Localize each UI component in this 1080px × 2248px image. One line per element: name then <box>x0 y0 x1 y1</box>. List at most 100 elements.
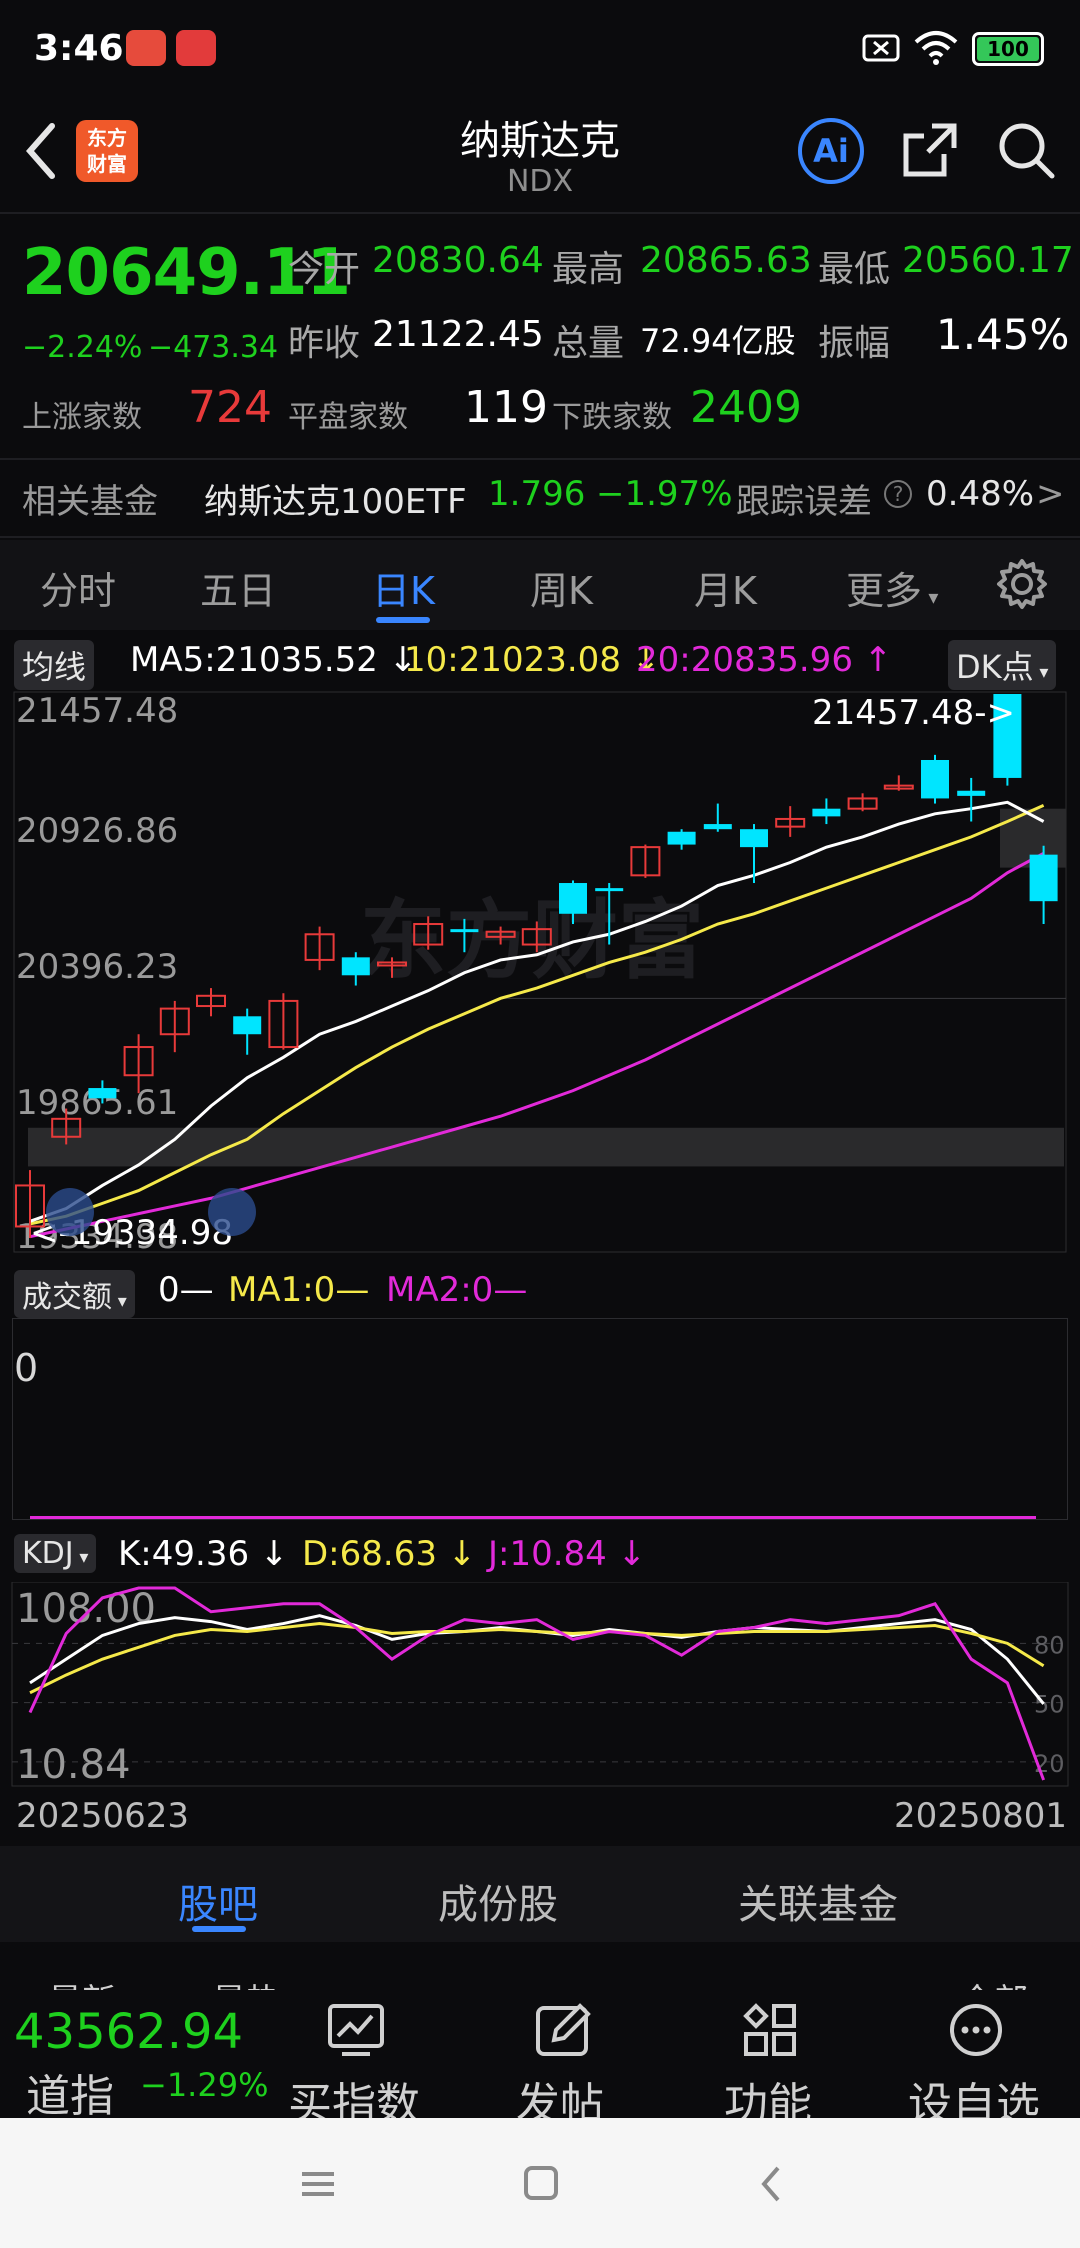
flat-count-label: 平盘家数 <box>288 400 408 435</box>
fund-name: 纳斯达克100ETF <box>204 482 467 522</box>
flat-count: 119 <box>464 382 548 433</box>
high-marker: 21457.48-> <box>812 693 1015 733</box>
ma5-legend: MA5:21035.52 ↓ <box>130 640 418 680</box>
prev-close-label: 昨收 <box>288 323 361 364</box>
dow-index-name[interactable]: 道指 <box>26 2060 114 2124</box>
candle-body-down <box>341 957 370 976</box>
high-value: 20865.63 <box>640 240 812 281</box>
help-icon[interactable]: ? <box>884 480 912 508</box>
tab-monthly-k[interactable]: 月K <box>694 560 757 615</box>
x-axis-start: 20250623 <box>16 1796 190 1836</box>
open-label: 今开 <box>288 249 361 290</box>
volume-value: 72.94亿股 <box>640 322 796 360</box>
sort-hottest[interactable]: 最热 <box>212 1974 280 1990</box>
candle-body-down <box>921 759 949 799</box>
candle-body-down <box>957 790 986 796</box>
candle-body-down <box>450 929 479 933</box>
tab-more[interactable]: 更多 ▾ <box>846 560 938 615</box>
settings-gear-icon[interactable] <box>996 558 1048 610</box>
volume-ma1-legend: MA1:0— <box>228 1270 370 1310</box>
post-icon[interactable] <box>534 2002 594 2058</box>
related-fund-row[interactable]: 相关基金 纳斯达克100ETF 1.796 −1.97% 跟踪误差 ? 0.48… <box>0 460 1080 536</box>
candle-body-down <box>703 824 732 830</box>
candle-body-down <box>595 888 624 892</box>
ma20-legend: 20:20835.96 ↑ <box>636 640 893 680</box>
kdj-d-legend: D:68.63 ↓ <box>302 1534 477 1574</box>
wifi-icon <box>914 31 958 65</box>
sort-latest[interactable]: 最新 <box>48 1974 116 1990</box>
open-value: 20830.64 <box>372 240 544 281</box>
functions-icon[interactable] <box>742 2002 798 2058</box>
share-icon[interactable] <box>900 120 960 180</box>
up-count: 724 <box>188 382 272 433</box>
tracking-error-label: 跟踪误差 <box>736 482 872 522</box>
prev-close-value: 21122.45 <box>372 314 544 355</box>
dk-point-button[interactable]: DK点 ▾ <box>948 640 1057 690</box>
tab-related-funds[interactable]: 关联基金 <box>738 1872 898 1930</box>
kdj-selector[interactable]: KDJ ▾ <box>14 1534 97 1573</box>
volume-panel[interactable] <box>12 1318 1068 1520</box>
candle-body-down <box>233 1016 262 1035</box>
scroll-right-icon <box>208 1188 256 1236</box>
tab-constituents[interactable]: 成份股 <box>438 1872 558 1930</box>
filter-all[interactable]: 全部 <box>960 1974 1028 1990</box>
volume-baseline <box>30 1516 1036 1519</box>
amplitude-label: 振幅 <box>818 323 891 364</box>
ma10-legend: 10:21023.08 ↓ <box>404 640 661 680</box>
kdj-ref-label: 50 <box>1034 1691 1065 1719</box>
fund-change: −1.97% <box>596 474 733 514</box>
x-axis-end: 20250801 <box>894 1796 1068 1836</box>
kdj-k-legend: K:49.36 ↓ <box>118 1534 289 1574</box>
related-fund-label: 相关基金 <box>22 482 158 522</box>
kdj-bottom-label: 10.84 <box>16 1742 131 1788</box>
fund-divider <box>0 536 1080 538</box>
tab-guba[interactable]: 股吧 <box>178 1872 258 1930</box>
bottom-tab-indicator <box>192 1926 246 1932</box>
home-icon[interactable] <box>520 2162 564 2206</box>
dow-index-change: −1.29% <box>140 2066 269 2104</box>
status-bar: 3:46 100 <box>0 0 1080 96</box>
volume-axis-label: 0 <box>14 1346 39 1390</box>
candle-body-down <box>1029 854 1058 902</box>
dow-index-value[interactable]: 43562.94 <box>14 2004 243 2060</box>
kdj-j-line <box>28 1586 1046 1781</box>
change-amount: −473.34 <box>148 330 279 365</box>
candle-body-down <box>667 831 696 845</box>
kdj-chart[interactable]: 805020108.0010.84 <box>0 1582 1080 1788</box>
candlestick-chart[interactable]: 21457.4820926.8620396.2319865.6119334.98… <box>0 688 1080 1262</box>
kdj-j-legend: J:10.84 ↓ <box>488 1534 647 1574</box>
y-axis-label: 21457.48 <box>16 691 178 731</box>
low-value: 20560.17 <box>902 240 1074 281</box>
status-time: 3:46 <box>34 28 124 69</box>
recent-apps-icon[interactable] <box>298 2164 338 2204</box>
more-options-icon[interactable] <box>948 2002 1004 2058</box>
app-notification-icon <box>126 30 166 66</box>
tab-intraday[interactable]: 分时 <box>40 560 116 615</box>
watermark: 东方财富 <box>360 891 704 991</box>
sim-icon <box>862 34 900 62</box>
candle-body-down <box>812 808 841 817</box>
low-label: 最低 <box>818 249 891 290</box>
up-count-label: 上涨家数 <box>22 400 142 435</box>
volume-ma2-legend: MA2:0— <box>386 1270 528 1310</box>
tracking-error-value: 0.48% <box>926 474 1035 514</box>
amplitude-value: 1.45% <box>936 310 1070 359</box>
system-back-icon[interactable] <box>752 2162 792 2206</box>
scroll-left-icon <box>46 1188 94 1236</box>
ai-assistant-button[interactable]: Ai <box>798 118 864 184</box>
down-count: 2409 <box>690 382 802 433</box>
y-axis-label: 20396.23 <box>16 947 178 987</box>
tab-weekly-k[interactable]: 周K <box>530 560 593 615</box>
change-percent: −2.24% <box>22 330 143 365</box>
down-count-label: 下跌家数 <box>552 400 672 435</box>
tab-five-day[interactable]: 五日 <box>200 560 276 615</box>
tab-daily-k[interactable]: 日K <box>372 560 435 615</box>
active-tab-indicator <box>376 617 430 623</box>
search-icon[interactable] <box>994 118 1058 182</box>
volume-label: 总量 <box>552 323 625 364</box>
gap-zone-lower <box>28 1127 1064 1167</box>
buy-index-icon[interactable] <box>326 2002 386 2058</box>
chevron-right-icon: > <box>1036 474 1065 514</box>
volume-selector[interactable]: 成交额 ▾ <box>14 1270 135 1318</box>
ma-selector[interactable]: 均线 <box>14 640 95 690</box>
